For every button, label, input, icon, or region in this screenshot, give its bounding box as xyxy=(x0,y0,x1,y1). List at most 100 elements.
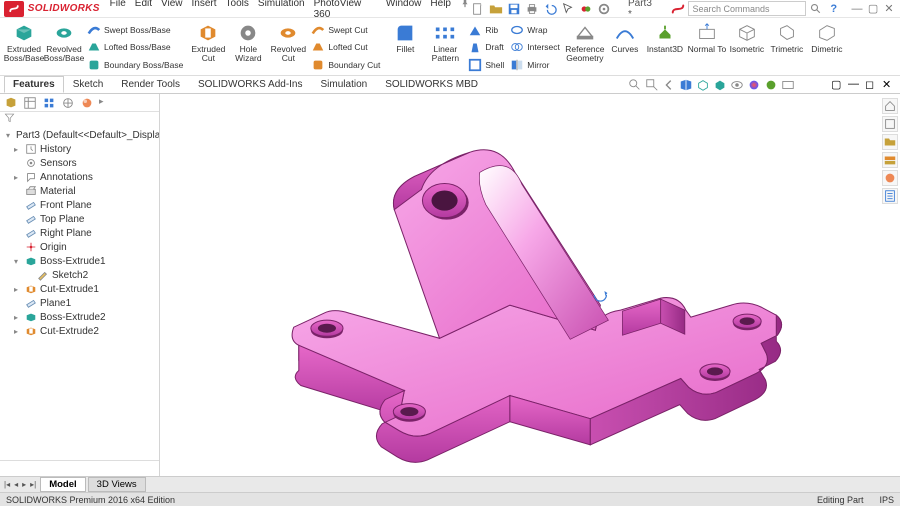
menu-view[interactable]: View xyxy=(161,0,183,20)
graphics-viewport[interactable] xyxy=(160,94,900,476)
rib-button[interactable]: Rib xyxy=(468,22,504,38)
menu-file[interactable]: File xyxy=(110,0,126,20)
fm-scrollbar[interactable] xyxy=(0,460,159,476)
doc-restore-icon[interactable]: ▢ xyxy=(831,78,845,92)
menu-photoview[interactable]: PhotoView 360 xyxy=(314,0,377,20)
shell-button[interactable]: Shell xyxy=(468,57,504,73)
dimetric-button[interactable]: Dimetric xyxy=(807,20,847,75)
tree-item[interactable]: Right Plane xyxy=(0,226,159,240)
tree-item[interactable]: Origin xyxy=(0,240,159,254)
menu-insert[interactable]: Insert xyxy=(192,0,217,20)
tab-mbd[interactable]: SOLIDWORKS MBD xyxy=(376,76,487,93)
help-icon[interactable]: ? xyxy=(826,1,841,16)
fm-expand-icon[interactable]: ▸ xyxy=(99,96,113,110)
menu-window[interactable]: Window xyxy=(386,0,422,20)
extruded-cut-button[interactable]: Extruded Cut xyxy=(188,20,228,75)
tab-nav-prev-icon[interactable]: ◂ xyxy=(14,480,18,489)
tab-nav-last-icon[interactable]: ▸| xyxy=(30,480,36,489)
feature-tree[interactable]: ▾ Part3 (Default<<Default>_Displa ▸ Hist… xyxy=(0,126,159,460)
status-units[interactable]: IPS xyxy=(879,495,894,505)
hide-show-icon[interactable] xyxy=(730,78,744,92)
taskpane-explorer-icon[interactable] xyxy=(882,134,898,150)
save-icon[interactable] xyxy=(506,1,521,16)
swept-cut-button[interactable]: Swept Cut xyxy=(311,22,380,38)
fm-config-tab-icon[interactable] xyxy=(42,96,56,110)
tree-item[interactable]: ▾ Boss-Extrude1 xyxy=(0,254,159,268)
tree-item[interactable]: ▸ Cut-Extrude2 xyxy=(0,324,159,338)
lofted-boss-button[interactable]: Lofted Boss/Base xyxy=(87,39,183,55)
tab-3d-views[interactable]: 3D Views xyxy=(88,477,146,492)
edit-appearance-icon[interactable] xyxy=(747,78,761,92)
tree-item[interactable]: ▸ History xyxy=(0,142,159,156)
previous-view-icon[interactable] xyxy=(662,78,676,92)
view-orientation-icon[interactable] xyxy=(696,78,710,92)
menu-tools[interactable]: Tools xyxy=(226,0,249,20)
tree-root[interactable]: ▾ Part3 (Default<<Default>_Displa xyxy=(0,128,159,142)
undo-icon[interactable] xyxy=(542,1,557,16)
print-icon[interactable] xyxy=(524,1,539,16)
trimetric-button[interactable]: Trimetric xyxy=(767,20,807,75)
taskpane-properties-icon[interactable] xyxy=(882,188,898,204)
extruded-boss-button[interactable]: Extruded Boss/Base xyxy=(4,20,44,75)
reference-geometry-button[interactable]: Reference Geometry xyxy=(565,20,605,75)
tree-item[interactable]: Material xyxy=(0,184,159,198)
isometric-button[interactable]: Isometric xyxy=(727,20,767,75)
maximize-icon[interactable]: ▢ xyxy=(866,2,880,16)
normal-to-button[interactable]: Normal To xyxy=(687,20,727,75)
close-icon[interactable]: ✕ xyxy=(882,2,896,16)
menu-simulation[interactable]: Simulation xyxy=(258,0,305,20)
intersect-button[interactable]: Intersect xyxy=(510,39,560,55)
tab-addins[interactable]: SOLIDWORKS Add-Ins xyxy=(189,76,311,93)
fm-tree-tab-icon[interactable] xyxy=(4,96,18,110)
tab-features[interactable]: Features xyxy=(4,76,64,93)
view-settings-icon[interactable] xyxy=(781,78,795,92)
tree-item[interactable]: Front Plane xyxy=(0,198,159,212)
hole-wizard-button[interactable]: Hole Wizard xyxy=(228,20,268,75)
fm-filter-icon[interactable] xyxy=(4,112,15,126)
tree-item[interactable]: Plane1 xyxy=(0,296,159,310)
curves-button[interactable]: Curves xyxy=(605,20,645,75)
apply-scene-icon[interactable] xyxy=(764,78,778,92)
search-icon[interactable] xyxy=(809,1,824,16)
linear-pattern-button[interactable]: Linear Pattern xyxy=(425,20,465,75)
section-view-icon[interactable] xyxy=(679,78,693,92)
taskpane-appearance-icon[interactable] xyxy=(882,170,898,186)
boundary-cut-button[interactable]: Boundary Cut xyxy=(311,57,380,73)
zoom-fit-icon[interactable] xyxy=(628,78,642,92)
tree-item[interactable]: Sensors xyxy=(0,156,159,170)
lofted-cut-button[interactable]: Lofted Cut xyxy=(311,39,380,55)
revolved-cut-button[interactable]: Revolved Cut xyxy=(268,20,308,75)
tab-render-tools[interactable]: Render Tools xyxy=(112,76,189,93)
fm-property-tab-icon[interactable] xyxy=(23,96,37,110)
options-icon[interactable] xyxy=(596,1,611,16)
taskpane-library-icon[interactable] xyxy=(882,116,898,132)
doc-close-icon[interactable]: ✕ xyxy=(882,78,896,92)
minimize-icon[interactable]: — xyxy=(850,2,864,16)
tree-item[interactable]: Sketch2 xyxy=(0,268,159,282)
tab-sketch[interactable]: Sketch xyxy=(64,76,113,93)
open-icon[interactable] xyxy=(488,1,503,16)
fm-dimxpert-tab-icon[interactable] xyxy=(61,96,75,110)
draft-button[interactable]: Draft xyxy=(468,39,504,55)
tab-simulation[interactable]: Simulation xyxy=(312,76,377,93)
fillet-button[interactable]: Fillet xyxy=(385,20,425,75)
display-style-icon[interactable] xyxy=(713,78,727,92)
tree-item[interactable]: ▸ Boss-Extrude2 xyxy=(0,310,159,324)
zoom-area-icon[interactable] xyxy=(645,78,659,92)
menu-edit[interactable]: Edit xyxy=(135,0,152,20)
new-icon[interactable] xyxy=(470,1,485,16)
boundary-boss-button[interactable]: Boundary Boss/Base xyxy=(87,57,183,73)
search-commands-input[interactable]: Search Commands xyxy=(688,1,805,16)
tab-model[interactable]: Model xyxy=(40,477,85,492)
menu-help[interactable]: Help xyxy=(430,0,451,20)
doc-max-icon[interactable]: ◻ xyxy=(865,78,879,92)
instant3d-button[interactable]: Instant3D xyxy=(645,20,685,75)
tree-item[interactable]: ▸ Annotations xyxy=(0,170,159,184)
swept-boss-button[interactable]: Swept Boss/Base xyxy=(87,22,183,38)
tab-nav-next-icon[interactable]: ▸ xyxy=(22,480,26,489)
doc-min-icon[interactable]: — xyxy=(848,78,862,92)
revolved-boss-button[interactable]: Revolved Boss/Base xyxy=(44,20,84,75)
rebuild-icon[interactable] xyxy=(578,1,593,16)
wrap-button[interactable]: Wrap xyxy=(510,22,560,38)
taskpane-view-icon[interactable] xyxy=(882,152,898,168)
